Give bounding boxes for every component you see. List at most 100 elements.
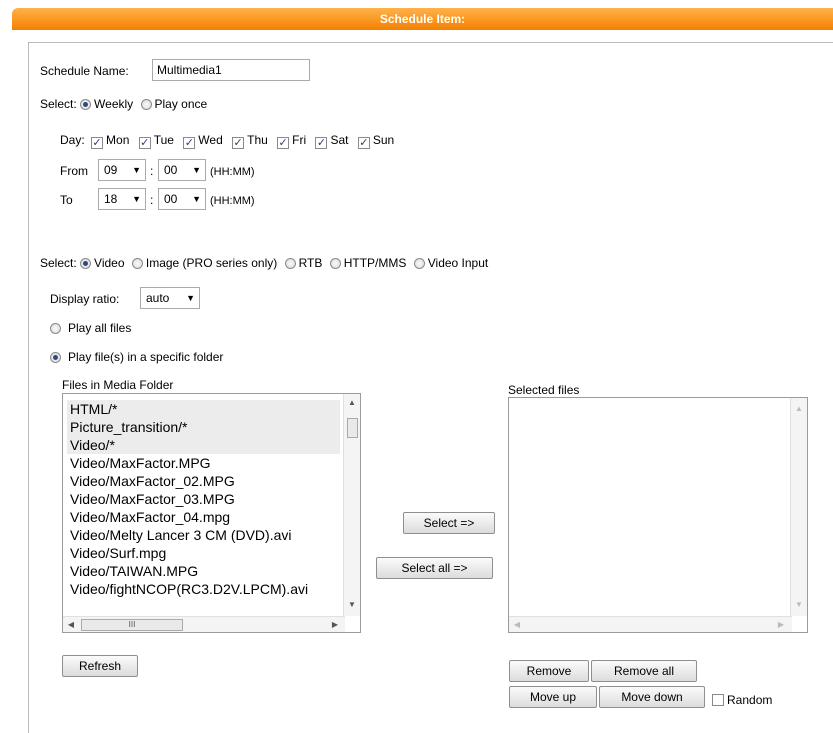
rtb-label: RTB [298, 256, 323, 270]
to-minute-select[interactable]: 00 ▼ [158, 188, 206, 210]
fri-label: Fri [292, 133, 307, 147]
to-hour-select[interactable]: 18 ▼ [98, 188, 146, 210]
hscroll-grip: III [128, 620, 136, 629]
day-row: Day: ✓ Mon ✓ Tue ✓ Wed ✓ Thu ✓ Fri ✓ Sat ✓ Sun [60, 133, 394, 149]
chevron-down-icon: ▼ [192, 194, 201, 204]
from-hour-select[interactable]: 09 ▼ [98, 159, 146, 181]
play-folder-radio[interactable] [50, 352, 61, 363]
to-minute-value: 00 [164, 192, 178, 206]
display-ratio-label: Display ratio: [50, 292, 120, 306]
play-once-label: Play once [154, 97, 208, 111]
media-folder-hscrollbar[interactable]: ◀ III ▶ [63, 616, 345, 632]
sun-checkbox[interactable]: ✓ [357, 137, 370, 149]
to-label: To [60, 193, 73, 207]
rtb-radio[interactable] [284, 258, 296, 269]
media-folder-title: Files in Media Folder [62, 378, 174, 392]
play-all-label: Play all files [68, 321, 132, 335]
video-label: Video [94, 256, 125, 270]
scroll-up-icon[interactable]: ▲ [791, 404, 807, 413]
select-mode-label: Select: [40, 97, 77, 111]
video-input-label: Video Input [427, 256, 489, 270]
from-minute-select[interactable]: 00 ▼ [158, 159, 206, 181]
display-ratio-select[interactable]: auto ▼ [140, 287, 200, 309]
random-label: Random [727, 693, 773, 707]
thu-checkbox[interactable]: ✓ [232, 137, 245, 149]
selected-files-vscrollbar[interactable]: ▲ ▼ [790, 398, 807, 616]
select-all-button[interactable]: Select all => [376, 557, 493, 579]
video-input-radio[interactable] [413, 258, 425, 269]
sun-label: Sun [372, 133, 395, 147]
mon-checkbox[interactable]: ✓ [91, 137, 104, 149]
from-separator: : [150, 164, 154, 178]
list-item[interactable]: Video/* [67, 436, 340, 454]
scroll-left-icon[interactable]: ◀ [63, 620, 79, 629]
wed-checkbox[interactable]: ✓ [183, 137, 196, 149]
select-button[interactable]: Select => [403, 512, 495, 534]
http-mms-radio[interactable] [329, 258, 341, 269]
day-label: Day: [60, 133, 85, 147]
list-item[interactable]: Picture_transition/* [67, 418, 340, 436]
header-title: Schedule Item: [379, 12, 466, 26]
video-radio[interactable] [80, 258, 92, 269]
media-folder-vscrollbar[interactable]: ▲ ▼ [343, 394, 360, 616]
media-folder-listbox[interactable]: HTML/* Picture_transition/* Video/* Vide… [62, 393, 361, 633]
list-item[interactable]: Video/TAIWAN.MPG [67, 562, 340, 580]
schedule-item-header: Schedule Item: [12, 8, 833, 30]
from-minute-value: 00 [164, 163, 178, 177]
selected-files-title: Selected files [508, 383, 580, 397]
refresh-button[interactable]: Refresh [62, 655, 138, 677]
scroll-up-icon[interactable]: ▲ [344, 398, 360, 407]
move-up-button[interactable]: Move up [509, 686, 597, 708]
tue-checkbox[interactable]: ✓ [138, 137, 151, 149]
chevron-down-icon: ▼ [192, 165, 201, 175]
image-radio[interactable] [131, 258, 143, 269]
select-mode-row: Select: Weekly Play once [40, 97, 207, 111]
list-item[interactable]: HTML/* [67, 400, 340, 418]
list-item[interactable]: Video/Melty Lancer 3 CM (DVD).avi [67, 526, 340, 544]
chevron-down-icon: ▼ [132, 194, 141, 204]
list-item[interactable]: Video/MaxFactor.MPG [67, 454, 340, 472]
selected-files-hscrollbar[interactable]: ◀ ▶ [509, 616, 792, 632]
scroll-down-icon[interactable]: ▼ [791, 600, 807, 609]
list-item[interactable]: Video/Surf.mpg [67, 544, 340, 562]
play-all-row: Play all files [50, 321, 131, 335]
vscroll-thumb[interactable] [347, 418, 358, 438]
scroll-right-icon[interactable]: ▶ [773, 620, 789, 629]
mon-label: Mon [106, 133, 130, 147]
scroll-down-icon[interactable]: ▼ [344, 600, 360, 609]
wed-label: Wed [198, 133, 223, 147]
source-label: Select: [40, 256, 77, 270]
from-hint: (HH:MM) [210, 166, 255, 178]
list-item[interactable]: Video/MaxFactor_04.mpg [67, 508, 340, 526]
sat-checkbox[interactable]: ✓ [315, 137, 328, 149]
play-once-radio[interactable] [140, 99, 152, 110]
selected-files-listbox[interactable]: ▲ ▼ ◀ ▶ [508, 397, 808, 633]
fri-checkbox[interactable]: ✓ [277, 137, 290, 149]
to-hour-value: 18 [104, 192, 118, 206]
thu-label: Thu [247, 133, 268, 147]
http-mms-label: HTTP/MMS [343, 256, 407, 270]
list-item[interactable]: Video/MaxFactor_02.MPG [67, 472, 340, 490]
random-checkbox[interactable] [712, 694, 724, 706]
scroll-right-icon[interactable]: ▶ [327, 620, 343, 629]
from-hour-value: 09 [104, 163, 118, 177]
schedule-name-label: Schedule Name: [40, 64, 129, 78]
play-folder-row: Play file(s) in a specific folder [50, 350, 223, 364]
move-down-button[interactable]: Move down [599, 686, 705, 708]
play-folder-label: Play file(s) in a specific folder [68, 350, 224, 364]
remove-button[interactable]: Remove [509, 660, 589, 682]
sat-label: Sat [330, 133, 349, 147]
play-all-radio[interactable] [50, 323, 61, 334]
chevron-down-icon: ▼ [186, 293, 195, 303]
hscroll-thumb[interactable]: III [81, 619, 183, 631]
schedule-name-input[interactable] [152, 59, 310, 81]
image-label: Image (PRO series only) [145, 256, 278, 270]
scroll-left-icon[interactable]: ◀ [509, 620, 525, 629]
list-item[interactable]: Video/fightNCOP(RC3.D2V.LPCM).avi [67, 580, 340, 598]
from-label: From [60, 164, 88, 178]
weekly-radio[interactable] [80, 99, 92, 110]
media-folder-list: HTML/* Picture_transition/* Video/* Vide… [67, 400, 340, 598]
remove-all-button[interactable]: Remove all [591, 660, 697, 682]
list-item[interactable]: Video/MaxFactor_03.MPG [67, 490, 340, 508]
display-ratio-value: auto [146, 291, 170, 305]
